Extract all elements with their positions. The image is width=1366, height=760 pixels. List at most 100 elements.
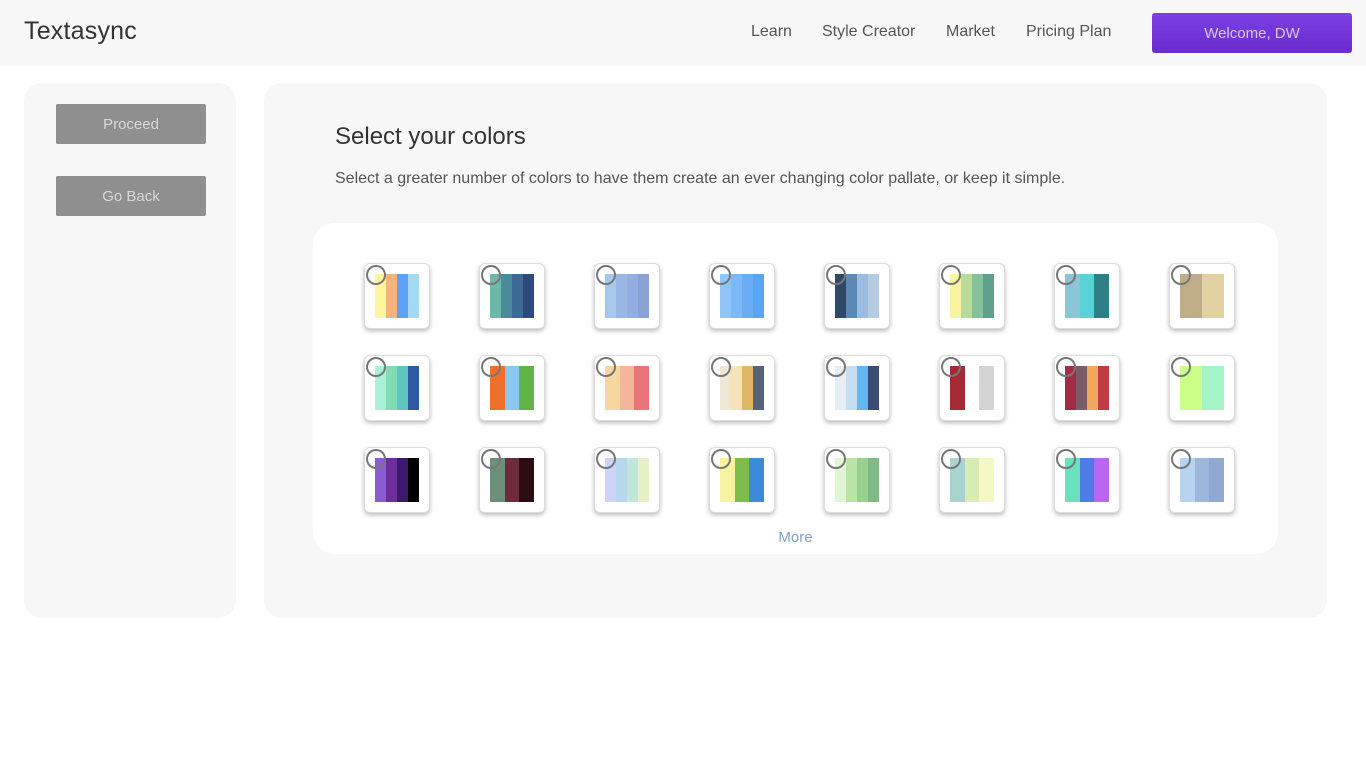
- palette-select-radio[interactable]: [366, 449, 386, 469]
- palette-swatch[interactable]: [479, 355, 545, 421]
- palette-color-stripe: [627, 458, 638, 502]
- palette-color-stripe: [964, 458, 980, 502]
- palette-swatch[interactable]: [824, 355, 890, 421]
- palette-swatch[interactable]: [709, 447, 775, 513]
- palette-color-stripe: [857, 458, 868, 502]
- palette-swatch[interactable]: [1054, 355, 1120, 421]
- palette-select-radio[interactable]: [1171, 449, 1191, 469]
- palette-color-stripe: [753, 366, 764, 410]
- palette-swatch[interactable]: [939, 447, 1005, 513]
- palette-swatch[interactable]: [364, 447, 430, 513]
- palette-select-radio[interactable]: [596, 265, 616, 285]
- palette-swatch[interactable]: [709, 263, 775, 329]
- more-link[interactable]: More: [313, 529, 1278, 546]
- palette-select-radio[interactable]: [711, 357, 731, 377]
- palette-select-radio[interactable]: [711, 265, 731, 285]
- palette-color-stripe: [979, 366, 994, 410]
- palette-color-stripe: [1202, 366, 1224, 410]
- palette-select-radio[interactable]: [481, 449, 501, 469]
- palette-color-stripe: [397, 458, 408, 502]
- palette-color-stripe: [519, 458, 534, 502]
- palette-color-stripe: [961, 274, 972, 318]
- palette-color-stripe: [964, 366, 980, 410]
- palette-swatch[interactable]: [479, 263, 545, 329]
- palette-select-radio[interactable]: [941, 357, 961, 377]
- palette-grid-panel: More: [313, 223, 1278, 554]
- palette-swatch[interactable]: [824, 263, 890, 329]
- palette-select-radio[interactable]: [1171, 265, 1191, 285]
- palette-color-stripe: [1094, 458, 1109, 502]
- palette-select-radio[interactable]: [596, 449, 616, 469]
- palette-color-stripe: [638, 274, 649, 318]
- palette-swatch[interactable]: [364, 263, 430, 329]
- main-content-card: Select your colors Select a greater numb…: [264, 83, 1327, 618]
- nav-learn[interactable]: Learn: [751, 23, 792, 41]
- palette-color-stripe: [868, 458, 879, 502]
- palette-select-radio[interactable]: [481, 265, 501, 285]
- page-subtitle: Select a greater number of colors to hav…: [335, 170, 1066, 187]
- palette-select-radio[interactable]: [941, 265, 961, 285]
- palette-color-stripe: [616, 274, 627, 318]
- palette-color-stripe: [619, 366, 635, 410]
- palette-color-stripe: [523, 274, 534, 318]
- nav-style-creator[interactable]: Style Creator: [822, 23, 915, 41]
- nav-pricing-plan[interactable]: Pricing Plan: [1026, 23, 1111, 41]
- palette-color-stripe: [386, 458, 397, 502]
- palette-swatch[interactable]: [939, 355, 1005, 421]
- palette-color-stripe: [742, 366, 753, 410]
- palette-color-stripe: [868, 366, 879, 410]
- palette-select-radio[interactable]: [1056, 357, 1076, 377]
- palette-select-radio[interactable]: [481, 357, 501, 377]
- palette-swatch[interactable]: [594, 355, 660, 421]
- palette-color-stripe: [857, 366, 868, 410]
- palette-swatch[interactable]: [1169, 355, 1235, 421]
- palette-color-stripe: [1079, 458, 1095, 502]
- palette-swatch[interactable]: [479, 447, 545, 513]
- palette-select-radio[interactable]: [826, 449, 846, 469]
- palette-color-stripe: [501, 274, 512, 318]
- palette-color-stripe: [731, 274, 742, 318]
- palette-swatch[interactable]: [1169, 447, 1235, 513]
- palette-select-radio[interactable]: [1056, 265, 1076, 285]
- brand-logo-text[interactable]: Textasync: [24, 17, 137, 46]
- palette-color-stripe: [408, 366, 419, 410]
- palette-color-stripe: [634, 366, 649, 410]
- palette-swatch[interactable]: [709, 355, 775, 421]
- palette-select-radio[interactable]: [366, 265, 386, 285]
- palette-color-stripe: [972, 274, 983, 318]
- palette-swatch[interactable]: [594, 447, 660, 513]
- palette-select-radio[interactable]: [711, 449, 731, 469]
- palette-color-stripe: [1202, 274, 1224, 318]
- palette-color-stripe: [638, 458, 649, 502]
- palette-select-radio[interactable]: [1056, 449, 1076, 469]
- palette-select-radio[interactable]: [366, 357, 386, 377]
- palette-color-stripe: [868, 274, 879, 318]
- palette-select-radio[interactable]: [941, 449, 961, 469]
- palette-color-stripe: [734, 458, 750, 502]
- palette-select-radio[interactable]: [826, 265, 846, 285]
- palette-color-stripe: [408, 458, 419, 502]
- palette-swatch[interactable]: [939, 263, 1005, 329]
- go-back-button[interactable]: Go Back: [56, 176, 206, 216]
- palette-select-radio[interactable]: [596, 357, 616, 377]
- palette-swatch[interactable]: [1054, 447, 1120, 513]
- palette-swatch[interactable]: [594, 263, 660, 329]
- proceed-button[interactable]: Proceed: [56, 104, 206, 144]
- palette-color-stripe: [753, 274, 764, 318]
- palette-swatch[interactable]: [1169, 263, 1235, 329]
- palette-swatch[interactable]: [1054, 263, 1120, 329]
- welcome-user-button[interactable]: Welcome, DW: [1152, 13, 1352, 53]
- palette-swatch[interactable]: [364, 355, 430, 421]
- palette-color-stripe: [408, 274, 419, 318]
- palette-color-stripe: [504, 366, 520, 410]
- palette-color-stripe: [1194, 458, 1210, 502]
- nav-market[interactable]: Market: [946, 23, 995, 41]
- palette-color-stripe: [846, 366, 857, 410]
- palette-color-stripe: [386, 274, 397, 318]
- palette-swatch[interactable]: [824, 447, 890, 513]
- palette-color-stripe: [846, 458, 857, 502]
- palette-select-radio[interactable]: [826, 357, 846, 377]
- palette-select-radio[interactable]: [1171, 357, 1191, 377]
- palette-color-stripe: [1079, 274, 1095, 318]
- palette-color-stripe: [512, 274, 523, 318]
